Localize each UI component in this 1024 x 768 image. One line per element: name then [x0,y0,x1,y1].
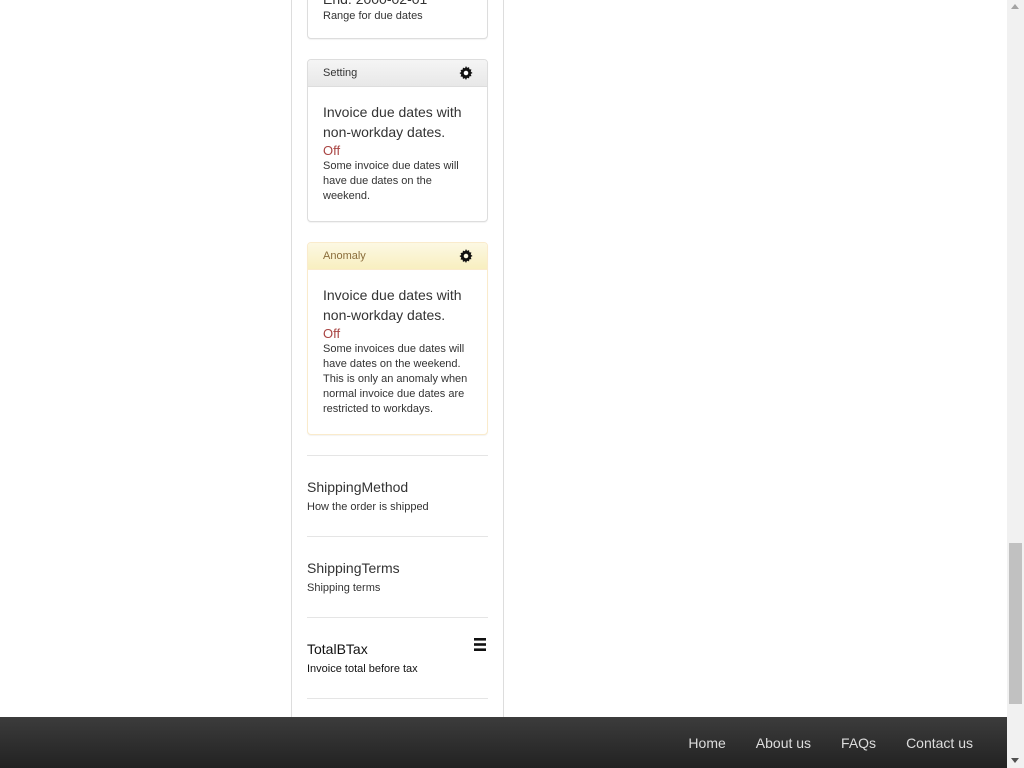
range-description: Range for due dates [323,10,423,22]
scrollbar-thumb[interactable] [1009,543,1022,704]
footer-nav: Home About us FAQs Contact us [658,717,973,768]
field-shipping-terms[interactable]: ShippingTerms Shipping terms [307,559,488,596]
field-description: Invoice total before tax [307,663,418,675]
divider [307,455,488,456]
field-shipping-method[interactable]: ShippingMethod How the order is shipped [307,478,488,515]
scroll-down-arrow-icon[interactable] [1011,758,1019,763]
anomaly-heading-label: Anomaly [323,250,366,262]
divider [307,698,488,699]
setting-description: Some invoice due dates will have due dat… [323,160,459,202]
gear-icon[interactable] [459,66,473,80]
field-description: Shipping terms [307,582,381,594]
setting-heading-label: Setting [323,67,358,79]
field-name: ShippingMethod [307,479,409,495]
field-details-column: End: 2000-02-01 Range for due dates Sett… [291,0,504,717]
anomaly-panel: Anomaly Invoice due dates with non-workd… [307,242,488,435]
setting-panel: Setting Invoice due dates with non-workd… [307,59,488,222]
anomaly-value: Off [323,326,341,341]
list-icon[interactable] [474,638,486,651]
footer: Home About us FAQs Contact us [0,717,1007,768]
footer-link-about[interactable]: About us [756,735,811,751]
field-description: How the order is shipped [307,501,429,513]
anomaly-panel-heading: Anomaly [308,243,487,270]
footer-link-contact[interactable]: Contact us [906,735,973,751]
gear-icon[interactable] [459,249,473,263]
setting-panel-heading: Setting [308,60,487,87]
divider [307,536,488,537]
field-name: TotalBTax [307,641,368,657]
setting-value: Off [323,143,341,158]
range-panel: End: 2000-02-01 Range for due dates [307,0,488,39]
setting-title: Invoice due dates with non-workday dates… [323,104,462,140]
anomaly-description: Some invoices due dates will have dates … [323,343,468,415]
divider [307,617,488,618]
anomaly-title: Invoice due dates with non-workday dates… [323,287,462,323]
footer-link-faqs[interactable]: FAQs [841,735,876,751]
field-total-btax[interactable]: TotalBTax Invoice total before tax [307,638,488,677]
range-end-value: End: 2000-02-01 [323,0,472,9]
footer-link-home[interactable]: Home [688,735,725,751]
vertical-scrollbar[interactable] [1007,0,1024,768]
field-name: ShippingTerms [307,560,400,576]
scroll-up-arrow-icon[interactable] [1011,4,1019,9]
